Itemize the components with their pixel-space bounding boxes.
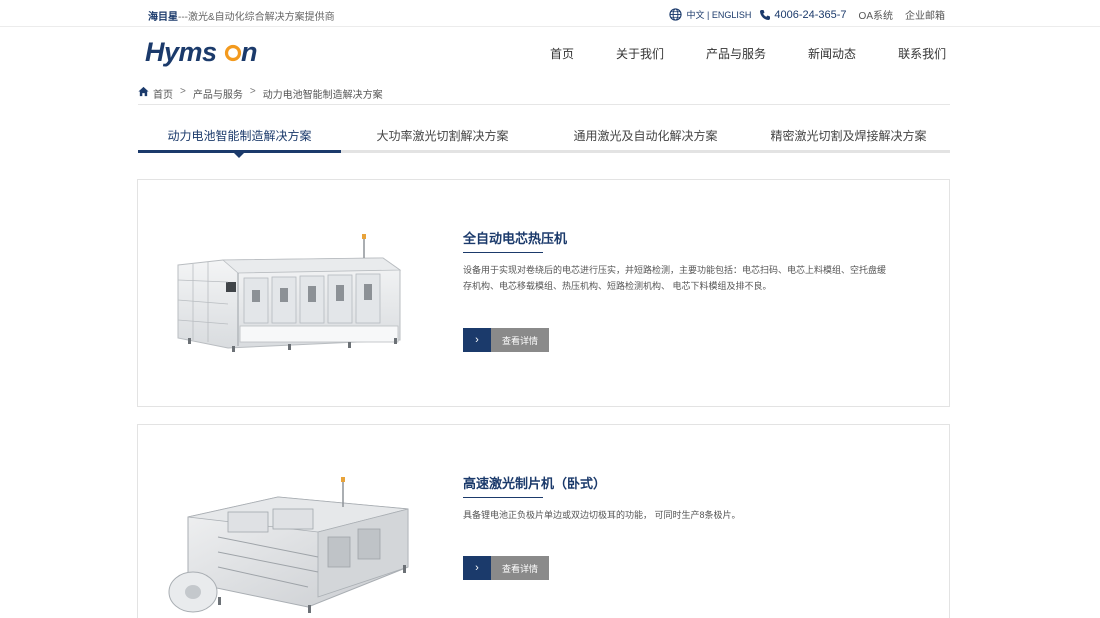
tab-label: 精密激光切割及焊接解决方案	[770, 129, 927, 143]
tab-label: 大功率激光切割解决方案	[376, 129, 509, 143]
product-card: 全自动电芯热压机 设备用于实现对卷绕后的电芯进行压实，并短路检测，主要功能包括：…	[137, 179, 950, 407]
oa-system-link[interactable]: OA系统	[859, 7, 893, 22]
title-underline	[463, 497, 543, 498]
chevron-right-icon: ›	[463, 556, 491, 580]
phone-icon	[760, 9, 771, 20]
tab-precision-laser-welding[interactable]: 精密激光切割及焊接解决方案	[747, 127, 950, 150]
header: Hyms n 首页 关于我们 产品与服务 新闻动态 联系我们	[0, 28, 1100, 80]
tab-power-battery[interactable]: 动力电池智能制造解决方案	[138, 127, 341, 158]
view-details-label: 查看详情	[491, 556, 549, 580]
product-description: 设备用于实现对卷绕后的电芯进行压实，并短路检测，主要功能包括：电芯扫码、电芯上料…	[463, 265, 887, 291]
product-description: 具备锂电池正负极片单边或双边切极耳的功能， 可同时生产8条极片。	[463, 510, 741, 520]
product-title[interactable]: 全自动电芯热压机	[463, 228, 567, 247]
home-icon	[138, 86, 149, 97]
breadcrumb-products[interactable]: 产品与服务	[193, 86, 243, 101]
top-bar: 海目星---激光&自动化综合解决方案提供商 中文 | ENGLISH 4006-…	[0, 0, 1100, 27]
tab-general-laser-automation[interactable]: 通用激光及自动化解决方案	[544, 127, 747, 150]
slogan: 海目星---激光&自动化综合解决方案提供商	[148, 8, 335, 23]
tab-label: 动力电池智能制造解决方案	[167, 129, 312, 143]
hotline-number: 4006-24-365-7	[774, 8, 847, 21]
hymson-logo[interactable]: Hyms n	[145, 34, 265, 68]
main-nav: 首页 关于我们 产品与服务 新闻动态 联系我们	[550, 45, 946, 62]
nav-about[interactable]: 关于我们	[616, 45, 664, 62]
language-switch[interactable]: 中文 | ENGLISH	[687, 8, 752, 21]
solution-tabs: 动力电池智能制造解决方案 大功率激光切割解决方案 通用激光及自动化解决方案 精密…	[138, 127, 950, 158]
nav-news[interactable]: 新闻动态	[808, 45, 856, 62]
slogan-text: ---激光&自动化综合解决方案提供商	[178, 12, 335, 23]
active-tab-caret-icon	[234, 153, 244, 158]
breadcrumb-home[interactable]: 首页	[153, 86, 173, 101]
chevron-right-icon: ›	[463, 328, 491, 352]
nav-home[interactable]: 首页	[550, 45, 574, 62]
laser-die-cutting-machine-image[interactable]	[158, 457, 418, 617]
view-details-button[interactable]: › 查看详情	[463, 328, 549, 352]
nav-products[interactable]: 产品与服务	[706, 45, 766, 62]
hot-press-machine-image[interactable]	[168, 220, 408, 360]
breadcrumb-separator: >	[180, 86, 186, 97]
brand-name: 海目星	[148, 12, 178, 23]
svg-text:Hyms: Hyms	[145, 37, 217, 67]
product-card: 高速激光制片机（卧式） 具备锂电池正负极片单边或双边切极耳的功能， 可同时生产8…	[137, 424, 950, 618]
breadcrumb-separator: >	[249, 86, 256, 97]
breadcrumb: 首页 > 产品与服务 > 动力电池智能制造解决方案	[138, 86, 950, 105]
svg-text:n: n	[241, 37, 258, 67]
breadcrumb-current: 动力电池智能制造解决方案	[262, 90, 383, 101]
tab-high-power-laser-cutting[interactable]: 大功率激光切割解决方案	[341, 127, 544, 150]
tab-label: 通用激光及自动化解决方案	[573, 129, 718, 143]
top-links: 中文 | ENGLISH 4006-24-365-7 OA系统 企业邮箱	[668, 7, 945, 22]
view-details-button[interactable]: › 查看详情	[463, 556, 549, 580]
enterprise-mail-link[interactable]: 企业邮箱	[905, 7, 945, 22]
nav-contact[interactable]: 联系我们	[898, 45, 946, 62]
product-title[interactable]: 高速激光制片机（卧式）	[463, 473, 606, 492]
globe-icon	[668, 8, 682, 21]
view-details-label: 查看详情	[491, 328, 549, 352]
title-underline	[463, 252, 543, 253]
